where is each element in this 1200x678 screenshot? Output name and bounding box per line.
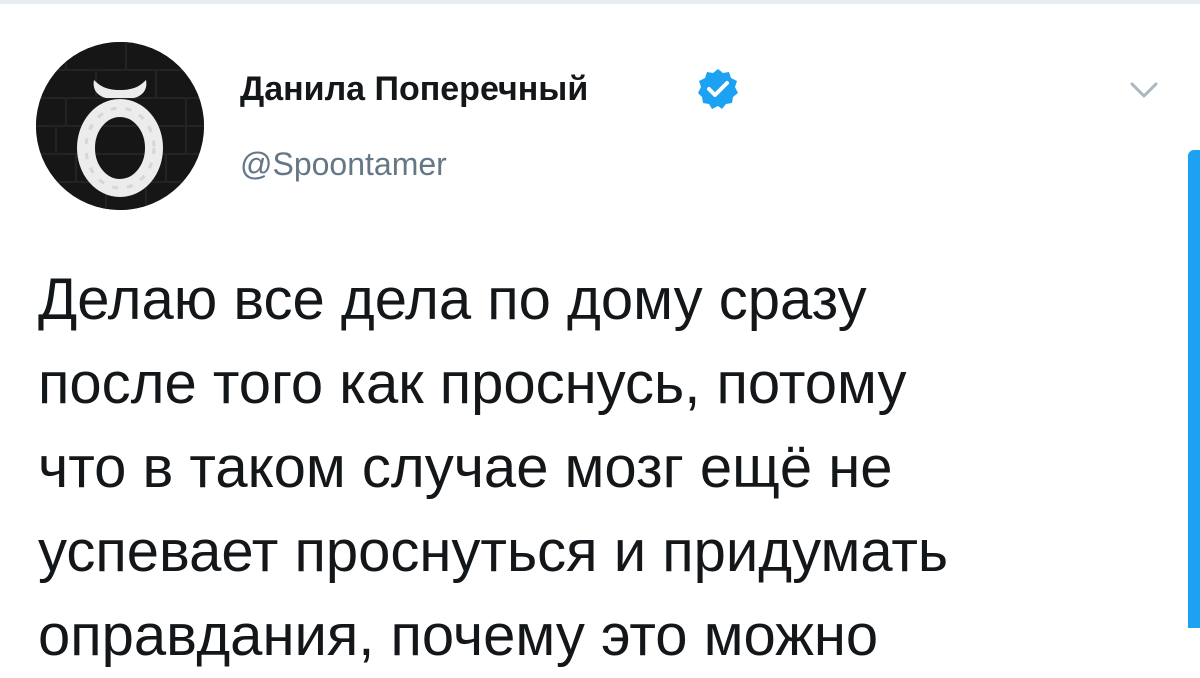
avatar[interactable]: [36, 42, 204, 210]
author-display-name[interactable]: Данила Поперечный: [240, 70, 588, 109]
top-divider: [0, 0, 1200, 4]
scroll-indicator[interactable]: [1188, 150, 1200, 628]
tweet-text: Делаю все дела по дому сразу после того …: [38, 267, 949, 668]
avatar-image: [36, 42, 204, 210]
chevron-down-icon[interactable]: [1124, 72, 1164, 108]
author-handle[interactable]: @Spoontamer: [240, 146, 447, 183]
verified-badge-icon: [698, 69, 738, 109]
